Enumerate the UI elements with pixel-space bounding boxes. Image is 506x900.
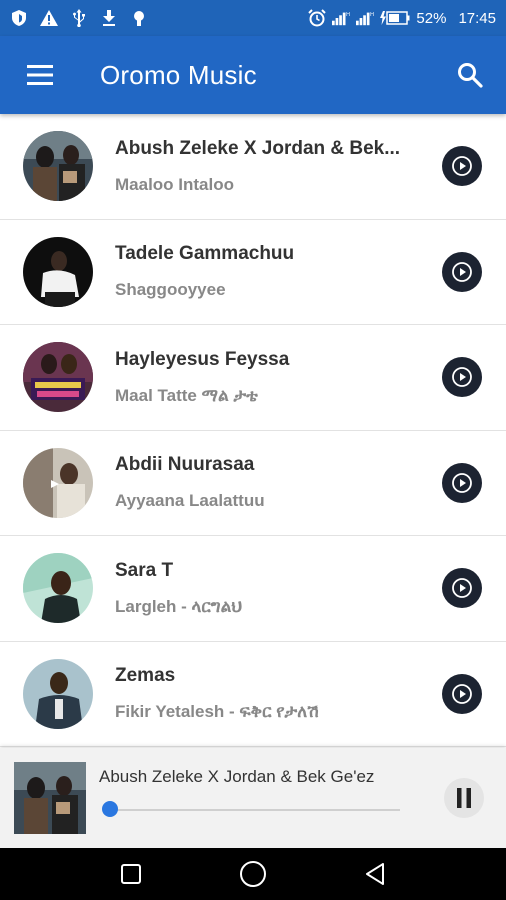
- artist-name: Tadele Gammachuu: [115, 243, 295, 265]
- svg-text:H: H: [370, 12, 374, 18]
- play-icon: [452, 261, 472, 282]
- recents-button[interactable]: [111, 854, 151, 894]
- artist-name: Zemas: [115, 665, 176, 687]
- play-icon: [452, 578, 472, 599]
- play-button[interactable]: [442, 462, 482, 503]
- play-icon: [452, 472, 472, 493]
- play-button[interactable]: [442, 673, 482, 714]
- play-button[interactable]: [442, 568, 482, 609]
- song-title: Maaloo Intaloo: [115, 174, 234, 194]
- song-row[interactable]: Abush Zeleke X Jordan & Bek... Maaloo In…: [0, 114, 506, 220]
- song-title: Largleh - ላርግልህ: [115, 596, 243, 616]
- charging-battery-icon: [380, 9, 410, 27]
- artist-name: Abush Zeleke X Jordan & Bek...: [115, 137, 401, 159]
- now-playing-title: Abush Zeleke X Jordan & Bek Ge'ez: [99, 767, 375, 786]
- app-bar: Oromo Music: [0, 36, 506, 114]
- pause-icon: [457, 788, 471, 808]
- pause-button[interactable]: [444, 778, 484, 818]
- artist-name: Sara T: [115, 559, 174, 581]
- download-icon: [100, 9, 118, 27]
- song-avatar: [23, 131, 93, 202]
- play-button[interactable]: [442, 251, 482, 292]
- seek-handle[interactable]: [102, 801, 118, 817]
- back-button[interactable]: [355, 854, 395, 894]
- square-icon: [121, 864, 141, 884]
- app-title: Oromo Music: [100, 59, 257, 90]
- warning-icon: [40, 9, 58, 27]
- shield-icon: [10, 9, 28, 27]
- battery-percent: 52%: [416, 9, 447, 27]
- song-avatar: [23, 342, 93, 413]
- menu-icon: [27, 65, 53, 85]
- play-button[interactable]: [442, 357, 482, 398]
- song-list: Abush Zeleke X Jordan & Bek... Maaloo In…: [0, 114, 506, 747]
- alarm-icon: [308, 9, 327, 27]
- song-avatar: [23, 658, 93, 729]
- status-bar: H H 52% 17:45: [0, 0, 506, 36]
- seek-bar[interactable]: [110, 809, 400, 811]
- now-playing-bar[interactable]: Abush Zeleke X Jordan & Bek Ge'ez: [0, 748, 506, 848]
- menu-button[interactable]: [18, 53, 62, 97]
- signal-icon: H: [332, 9, 350, 27]
- song-row[interactable]: Tadele Gammachuu Shaggooyyee: [0, 220, 506, 325]
- song-row[interactable]: Zemas Fikir Yetalesh - ፍቅር የታለሽ: [0, 642, 506, 747]
- song-title: Maal Tatte ማል ታቴ: [115, 385, 258, 405]
- song-row[interactable]: Sara T Largleh - ላርግልህ: [0, 536, 506, 642]
- clock: 17:45: [458, 9, 496, 27]
- system-nav-bar: [0, 848, 506, 900]
- play-icon: [452, 156, 472, 177]
- triangle-back-icon: [366, 863, 384, 885]
- song-avatar: [23, 553, 93, 624]
- song-row[interactable]: Hayleyesus Feyssa Maal Tatte ማል ታቴ: [0, 325, 506, 431]
- usb-icon: [70, 9, 88, 27]
- play-icon: [452, 683, 472, 704]
- android-icon: [130, 9, 148, 27]
- search-button[interactable]: [448, 53, 492, 97]
- search-icon: [458, 63, 483, 88]
- now-playing-thumbnail: [14, 762, 86, 834]
- song-title: Shaggooyyee: [115, 280, 226, 300]
- circle-icon: [240, 861, 266, 887]
- play-button[interactable]: [442, 146, 482, 187]
- artist-name: Hayleyesus Feyssa: [115, 348, 290, 370]
- song-avatar: [23, 447, 93, 518]
- song-title: Ayyaana Laalattuu: [115, 491, 265, 511]
- song-row[interactable]: Abdii Nuurasaa Ayyaana Laalattuu: [0, 431, 506, 536]
- artist-name: Abdii Nuurasaa: [115, 454, 255, 476]
- signal-icon-2: H: [356, 9, 374, 27]
- song-avatar: [23, 236, 93, 307]
- song-title: Fikir Yetalesh - ፍቅር የታለሽ: [115, 702, 319, 722]
- play-icon: [452, 367, 472, 388]
- home-button[interactable]: [233, 854, 273, 894]
- svg-text:H: H: [346, 12, 350, 18]
